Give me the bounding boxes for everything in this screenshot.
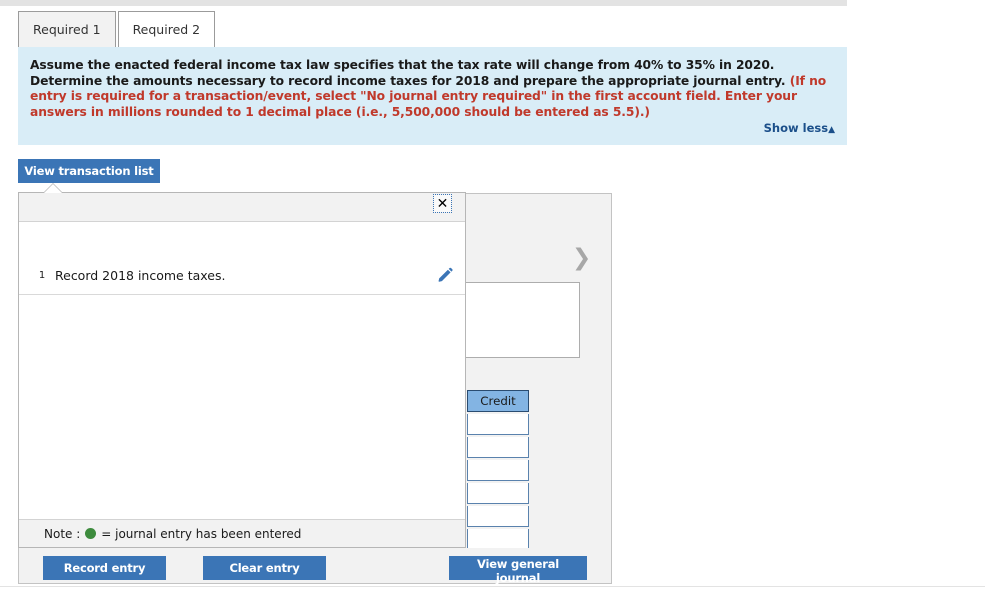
green-dot-icon — [85, 528, 97, 539]
record-entry-button[interactable]: Record entry — [43, 556, 166, 580]
tab-required-2-label: Required 2 — [132, 22, 201, 37]
tab-required-2[interactable]: Required 2 — [117, 11, 216, 48]
clear-entry-button[interactable]: Clear entry — [203, 556, 326, 580]
show-less-label: Show less — [763, 121, 829, 135]
top-divider-strip — [0, 0, 847, 6]
instruction-line-2: necessary to record income taxes for 201… — [196, 73, 790, 88]
edit-pencil-icon[interactable] — [435, 266, 455, 286]
popover-note-prefix: Note : — [44, 526, 81, 541]
show-less-toggle[interactable]: Show less▲ — [764, 121, 835, 135]
instruction-text: Assume the enacted federal income tax la… — [30, 58, 835, 120]
transaction-row[interactable]: 1 Record 2018 income taxes. — [19, 257, 465, 295]
tab-required-1[interactable]: Required 1 — [18, 11, 116, 48]
popover-note: Note : = journal entry has been entered — [19, 519, 465, 547]
credit-input-row-4[interactable] — [467, 483, 529, 504]
transaction-row-number: 1 — [38, 270, 46, 281]
credit-input-row-6[interactable] — [467, 529, 529, 550]
popover-note-text: = journal entry has been entered — [101, 526, 302, 541]
transaction-list: 1 Record 2018 income taxes. — [19, 257, 465, 549]
requirement-tabs: Required 1 Required 2 — [18, 11, 216, 48]
bottom-divider — [0, 586, 985, 587]
instruction-panel: Assume the enacted federal income tax la… — [18, 47, 847, 145]
credit-input-row-5[interactable] — [467, 506, 529, 527]
credit-input-row-1[interactable] — [467, 414, 529, 435]
transaction-list-popover: ✕ 1 Record 2018 income taxes. Note : = j… — [18, 184, 466, 549]
show-less-caret-icon: ▲ — [828, 125, 835, 135]
close-icon[interactable]: ✕ — [433, 194, 452, 213]
instruction-line-4-red: should be entered as 5.5).) — [464, 104, 650, 119]
page-root: Required 1 Required 2 Assume the enacted… — [0, 0, 985, 593]
popover-arrow — [44, 184, 62, 193]
credit-input-row-2[interactable] — [467, 437, 529, 458]
tab-required-1-label: Required 1 — [33, 22, 101, 37]
credit-column-header: Credit — [467, 390, 529, 412]
next-chevron-icon[interactable]: ❯ — [572, 247, 591, 270]
credit-input-row-3[interactable] — [467, 460, 529, 481]
view-transaction-list-button[interactable]: View transaction list — [18, 159, 160, 183]
credit-column: Credit — [467, 390, 529, 550]
popover-header: ✕ — [19, 193, 465, 222]
transaction-row-description: Record 2018 income taxes. — [55, 268, 226, 283]
view-general-journal-button[interactable]: View general journal — [449, 556, 587, 585]
